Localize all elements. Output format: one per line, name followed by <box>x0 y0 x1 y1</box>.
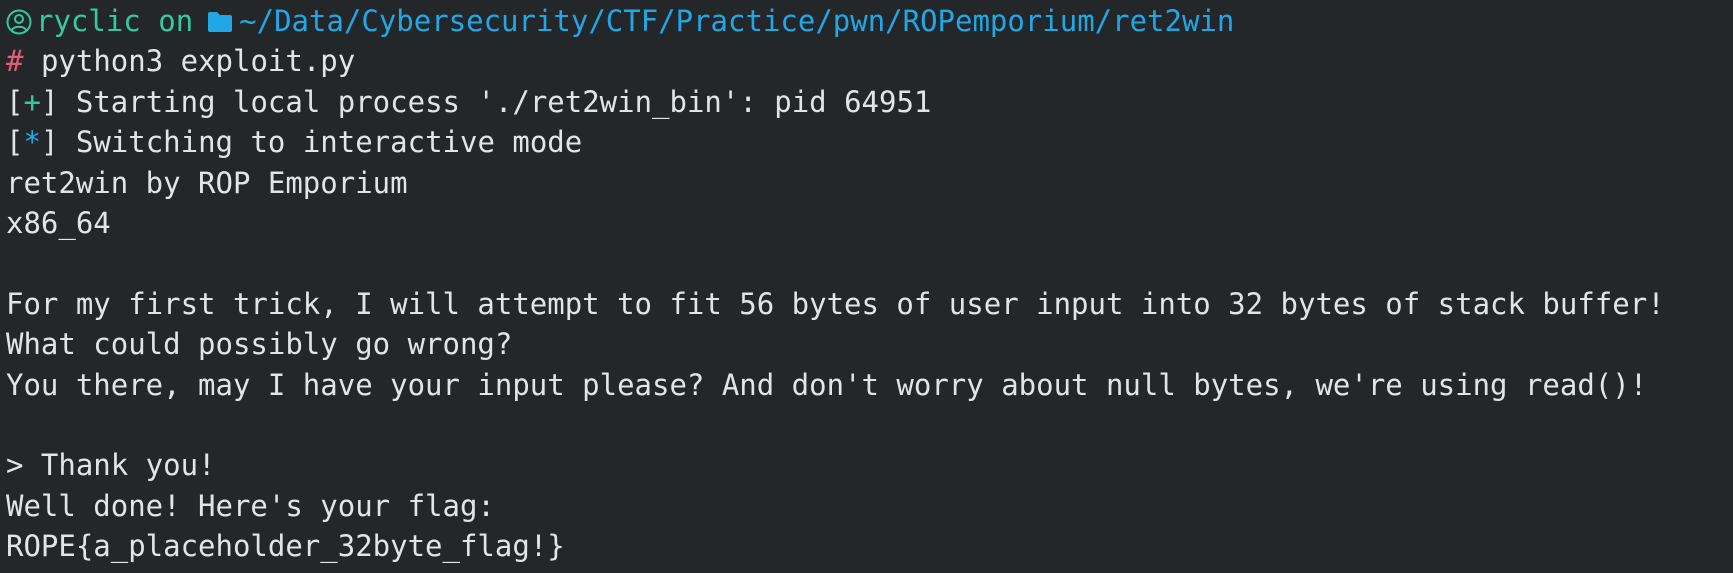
output-line: You there, may I have your input please?… <box>6 367 1648 402</box>
status-star-mark: * <box>23 125 41 160</box>
output-line: Well done! Here's your flag: <box>6 488 495 523</box>
output-line: What could possibly go wrong? <box>6 327 513 362</box>
prompt-on: on <box>158 4 194 38</box>
prompt-path: ~/Data/Cybersecurity/CTF/Practice/pwn/RO… <box>239 4 1235 38</box>
output-line: For my first trick, I will attempt to fi… <box>6 286 1665 321</box>
status-plus-mark: + <box>23 84 41 119</box>
output-line: x86_64 <box>6 205 111 240</box>
command-line: # python3 exploit.py <box>0 41 1733 81</box>
status-bracket-open: [ <box>6 125 24 160</box>
flag-line: ROPE{a_placeholder_32byte_flag!} <box>6 529 565 564</box>
command-text: python3 exploit.py <box>40 44 356 79</box>
status-line-interactive: [*] Switching to interactive mode <box>0 122 1733 162</box>
status-line-process: [+] Starting local process './ret2win_bi… <box>0 82 1733 122</box>
status-text-process: Starting local process './ret2win_bin': … <box>75 84 932 119</box>
output-line: ret2win by ROP Emporium <box>6 165 408 200</box>
prompt-user: ryclic <box>36 4 141 38</box>
prompt-line: ryclic on ~/Data/Cybersecurity/CTF/Practi… <box>0 1 1733 41</box>
status-bracket-close: ] <box>40 84 59 119</box>
status-bracket-open: [ <box>6 84 24 119</box>
prompt-symbol: # <box>6 44 24 79</box>
terminal-window[interactable]: ryclic on ~/Data/Cybersecurity/CTF/Practi… <box>0 0 1733 573</box>
output-line: > Thank you! <box>6 448 216 483</box>
status-text-interactive: Switching to interactive mode <box>75 125 583 160</box>
status-bracket-close: ] <box>40 125 59 160</box>
folder-icon <box>208 12 233 32</box>
user-circle-icon <box>6 9 32 35</box>
